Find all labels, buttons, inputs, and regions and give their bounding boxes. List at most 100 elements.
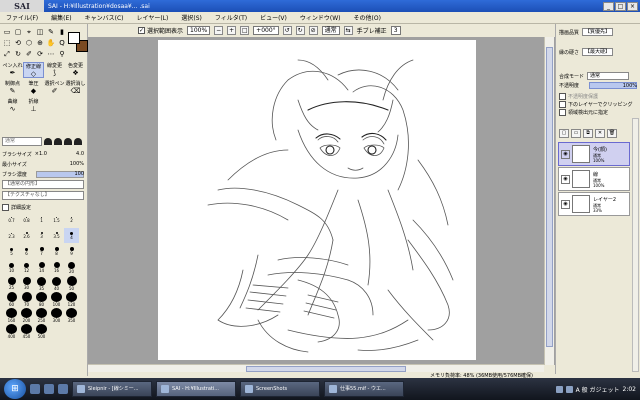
- brush-preset-6[interactable]: 2.6: [19, 228, 34, 243]
- maximize-button[interactable]: □: [615, 1, 626, 11]
- tool-0-icon[interactable]: ▭: [2, 27, 12, 37]
- tray-ime-text[interactable]: A 般 ガジェット: [576, 385, 620, 394]
- taskbar-task-3[interactable]: 仕事55.mif - ウエ...: [324, 381, 404, 397]
- brush-preset-18[interactable]: 16: [49, 260, 64, 275]
- brush-preset-9[interactable]: 4: [64, 228, 79, 243]
- delete-layer-icon[interactable]: 🗑: [607, 129, 617, 138]
- brush-density-row[interactable]: ブラシ濃度 100: [2, 170, 86, 178]
- quicklaunch-browser-icon[interactable]: [44, 384, 54, 394]
- clear-layer-icon[interactable]: ✕: [595, 129, 605, 138]
- new-layer-icon[interactable]: ▢: [559, 129, 569, 138]
- new-folder-icon[interactable]: ▭: [571, 129, 581, 138]
- rotate-right-icon[interactable]: ↻: [295, 26, 305, 35]
- stabilizer-select[interactable]: 3: [390, 26, 401, 35]
- opacity-row[interactable]: 不透明度 100%: [559, 82, 639, 89]
- layer-list-scrollbar[interactable]: [632, 118, 639, 372]
- brush-preset-19[interactable]: 20: [64, 260, 79, 275]
- zoom-out-icon[interactable]: −: [214, 26, 224, 35]
- vertical-scroll-thumb[interactable]: [546, 47, 553, 347]
- brush-preset-24[interactable]: 50: [64, 276, 79, 291]
- brush-preset-29[interactable]: 120: [64, 292, 79, 307]
- tool-8-icon[interactable]: ⬡: [24, 38, 34, 48]
- brush-preset-3[interactable]: 1.5: [49, 212, 64, 227]
- edge-row[interactable]: 縁の硬さ 【最大硬】: [559, 48, 639, 56]
- layer-item[interactable]: ◉ 線通常 100%: [558, 167, 630, 191]
- tool-tab-4[interactable]: 制御点 ✎: [2, 80, 23, 96]
- brush-shape-3-icon[interactable]: [64, 138, 72, 145]
- brush-shape-2-icon[interactable]: [54, 138, 62, 145]
- brush-preset-16[interactable]: 12: [19, 260, 34, 275]
- brush-preset-0[interactable]: 0.7: [4, 212, 19, 227]
- tool-14-icon[interactable]: ✐: [24, 49, 34, 59]
- layer-item[interactable]: ◉ レイヤー2 通常 33%: [558, 192, 630, 216]
- blend-mode-row[interactable]: 合成モード 通常: [559, 72, 639, 80]
- brush-shape-4-icon[interactable]: [74, 138, 82, 145]
- brush-mode-select[interactable]: 通常: [2, 137, 42, 146]
- brush-shape-1-icon[interactable]: [44, 138, 52, 145]
- visibility-eye-icon[interactable]: ◉: [561, 199, 570, 209]
- blend-mode-select[interactable]: 通常: [587, 72, 630, 80]
- brush-preset-14[interactable]: 9: [64, 244, 79, 259]
- tool-3-icon[interactable]: ◫: [35, 27, 45, 37]
- tool-tab-3[interactable]: 色変更 ❖: [65, 62, 86, 78]
- brush-preset-20[interactable]: 25: [4, 276, 19, 291]
- brush-preset-26[interactable]: 70: [19, 292, 34, 307]
- brush-preset-28[interactable]: 100: [49, 292, 64, 307]
- menu-filter[interactable]: フィルタ(T): [215, 13, 247, 22]
- flip-icon[interactable]: ⇆: [343, 26, 353, 35]
- rotate-reset-icon[interactable]: ⊘: [308, 26, 318, 35]
- menu-file[interactable]: ファイル(F): [6, 13, 38, 22]
- brush-preset-1[interactable]: 0.8: [19, 212, 34, 227]
- visibility-eye-icon[interactable]: ◉: [561, 149, 570, 159]
- tool-tab-2[interactable]: 線変更 ⟆: [44, 62, 65, 78]
- taskbar-task-1[interactable]: SAI - H:¥Illustrati...: [156, 381, 236, 397]
- brush-preset-25[interactable]: 60: [4, 292, 19, 307]
- brush-preset-31[interactable]: 200: [19, 308, 34, 323]
- zoom-reset-icon[interactable]: □: [240, 26, 250, 35]
- zoom-in-icon[interactable]: +: [227, 26, 237, 35]
- brush-preset-11[interactable]: 6: [19, 244, 34, 259]
- brush-preset-15[interactable]: 10: [4, 260, 19, 275]
- tool-10-icon[interactable]: ✋: [46, 38, 56, 48]
- brush-preset-30[interactable]: 160: [4, 308, 19, 323]
- tool-tab-9[interactable]: 折線 ⊥: [23, 98, 44, 114]
- close-button[interactable]: ×: [627, 1, 638, 11]
- tool-tab-7[interactable]: 選択消し ⌫: [65, 80, 86, 96]
- brush-preset-8[interactable]: 3.5: [49, 228, 64, 243]
- brush-size-multiplier[interactable]: ×1.0: [35, 151, 47, 157]
- tool-15-icon[interactable]: ⟳: [35, 49, 45, 59]
- copy-layer-icon[interactable]: ⧉: [583, 129, 593, 138]
- tool-6-icon[interactable]: ⬚: [2, 38, 12, 48]
- brush-preset-27[interactable]: 80: [34, 292, 49, 307]
- tool-16-icon[interactable]: ⋯: [46, 49, 56, 59]
- menu-layer[interactable]: レイヤー(L): [137, 13, 169, 22]
- menu-select[interactable]: 選択(S): [181, 13, 202, 22]
- brush-preset-10[interactable]: 5: [4, 244, 19, 259]
- selection-display-toggle[interactable]: ✓ 選択範囲表示: [138, 26, 183, 35]
- menu-canvas[interactable]: キャンバス(C): [85, 13, 124, 22]
- min-size-row[interactable]: 最小サイズ 100%: [2, 160, 86, 168]
- quicklaunch-desktop-icon[interactable]: [58, 384, 68, 394]
- brush-preset-36[interactable]: 450: [19, 324, 34, 339]
- brush-preset-5[interactable]: 2.3: [4, 228, 19, 243]
- edge-select[interactable]: 【最大硬】: [582, 48, 614, 56]
- quality-row[interactable]: 描画品質 【質優先】: [559, 28, 639, 36]
- menu-edit[interactable]: 編集(E): [51, 13, 71, 22]
- tool-tab-8[interactable]: 曲線 ∿: [2, 98, 23, 114]
- region-source-row[interactable]: 領域検出元に指定: [559, 109, 639, 116]
- tool-7-icon[interactable]: ⟲: [13, 38, 23, 48]
- visibility-eye-icon[interactable]: ◉: [561, 174, 570, 184]
- brush-preset-2[interactable]: 1: [34, 212, 49, 227]
- foreground-color-swatch[interactable]: [68, 32, 80, 44]
- brush-preset-23[interactable]: 40: [49, 276, 64, 291]
- brush-preset-33[interactable]: 300: [49, 308, 64, 323]
- canvas-horizontal-scrollbar[interactable]: [88, 364, 544, 372]
- clock[interactable]: 2:02: [623, 386, 636, 393]
- tool-13-icon[interactable]: ↻: [13, 49, 23, 59]
- brush-preset-12[interactable]: 7: [34, 244, 49, 259]
- brush-preset-17[interactable]: 14: [34, 260, 49, 275]
- tool-1-icon[interactable]: ▢: [13, 27, 23, 37]
- brush-preset-13[interactable]: 8: [49, 244, 64, 259]
- rotate-left-icon[interactable]: ↺: [282, 26, 292, 35]
- tool-2-icon[interactable]: ⌖: [24, 27, 34, 37]
